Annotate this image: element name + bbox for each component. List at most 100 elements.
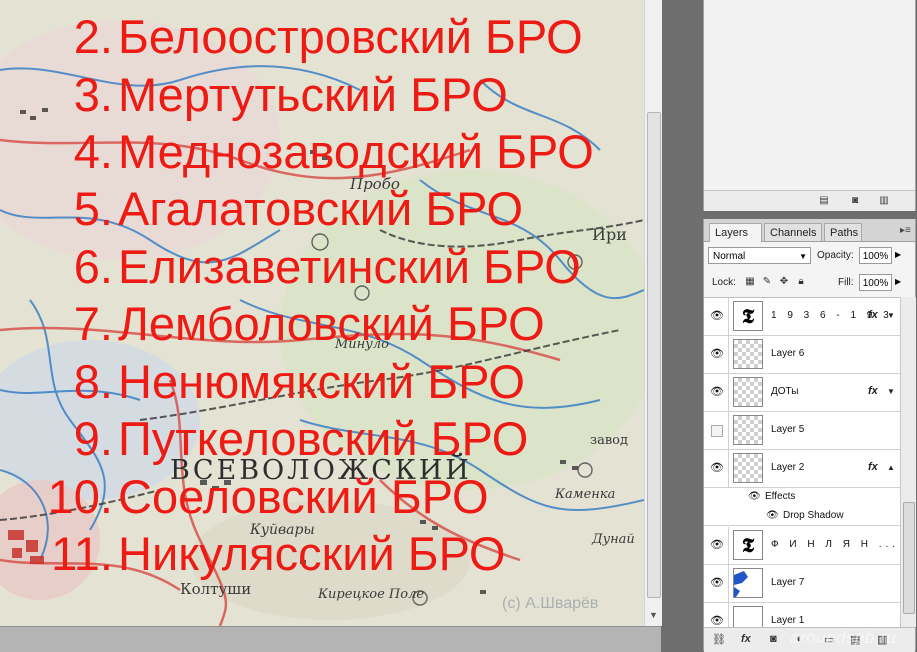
layer-row[interactable]: 👁︎ ДОТы fx ▼ xyxy=(704,374,900,412)
effects-label: Effects xyxy=(765,491,796,502)
layer-row[interactable]: 👁︎ Layer 5 xyxy=(704,412,900,450)
layer-row[interactable]: 👁︎ Layer 6 xyxy=(704,336,900,374)
visibility-toggle[interactable]: 👁︎ xyxy=(704,336,729,373)
visibility-toggle[interactable]: 👁︎ xyxy=(704,603,729,628)
lock-image-pixels-icon[interactable]: ✎ xyxy=(761,276,773,288)
bro-number: 4. xyxy=(73,125,113,178)
bro-name: Путкеловский БРО xyxy=(118,412,529,465)
chevron-down-icon: ▼ xyxy=(799,252,807,261)
tab-channels[interactable]: Channels xyxy=(764,223,822,241)
layer-name: Layer 5 xyxy=(771,424,805,435)
layer-thumbnail: 𝕿 xyxy=(733,530,763,560)
visibility-toggle[interactable]: 👁︎ xyxy=(704,298,729,335)
tab-paths[interactable]: Paths xyxy=(824,223,862,241)
fx-icon[interactable]: fx xyxy=(868,385,878,397)
bro-number: 3. xyxy=(73,68,113,121)
bro-list-item: 10. Соеловский БРО xyxy=(0,469,640,525)
bro-name: Мертутьский БРО xyxy=(118,68,508,121)
opacity-slider-arrow-icon[interactable]: ▶ xyxy=(895,250,901,259)
lock-position-icon[interactable]: ✥ xyxy=(778,276,790,288)
layer-thumbnail xyxy=(733,377,763,407)
watermark: aroundspb.ru xyxy=(790,628,897,647)
bro-name: Лемболовский БРО xyxy=(118,297,545,350)
bro-number: 2. xyxy=(73,10,113,63)
layer-list-scrollbar[interactable] xyxy=(900,297,916,627)
panel-tabs: Layers ✕ Channels Paths ▸≡ xyxy=(704,219,915,256)
eye-icon[interactable]: 👁︎ xyxy=(766,510,779,521)
link-icon[interactable]: ⛓︎ xyxy=(712,633,726,646)
opacity-label: Opacity: xyxy=(817,250,854,261)
fx-icon[interactable]: fx xyxy=(741,633,751,645)
canvas-vertical-scrollbar[interactable]: ▼ xyxy=(644,0,662,626)
bro-list-item: 2. Белоостровский БРО xyxy=(0,9,640,65)
layer-name: Layer 6 xyxy=(771,348,805,359)
fill-input[interactable]: 100% xyxy=(859,274,892,291)
effects-row[interactable]: 👁︎ Effects xyxy=(704,488,900,506)
visibility-toggle[interactable]: 👁︎ xyxy=(704,374,729,411)
bro-number: 7. xyxy=(73,297,113,350)
bro-name: Меднозаводский БРО xyxy=(118,125,594,178)
layer-name: 1 9 3 6 - 1 9 3 9 xyxy=(771,310,900,321)
bro-name: Соеловский БРО xyxy=(118,470,489,523)
history-panel: ▤ ◙ ▥ xyxy=(703,0,916,211)
visibility-toggle[interactable]: 👁︎ xyxy=(704,527,729,564)
bro-name: Белоостровский БРО xyxy=(118,10,583,63)
bro-list-item: 4. Меднозаводский БРО xyxy=(0,124,640,180)
collapse-effects-icon[interactable]: ▲ xyxy=(887,463,895,472)
scroll-down-arrow-icon[interactable]: ▼ xyxy=(647,608,660,622)
bro-number: 6. xyxy=(73,240,113,293)
lock-icon[interactable]: 🔒︎ xyxy=(795,276,807,288)
document-canvas[interactable]: ВСЕВОЛОЖСКИЙ Пробо Ири Куйвары Каменка Д… xyxy=(0,0,644,626)
lock-transparency-icon[interactable]: ▦ xyxy=(744,276,756,288)
bro-number: 9. xyxy=(73,412,113,465)
scrollbar-thumb[interactable] xyxy=(903,502,915,614)
eye-icon[interactable]: 👁︎ xyxy=(748,491,761,502)
visibility-toggle[interactable]: 👁︎ xyxy=(704,450,729,487)
blend-mode-select[interactable]: Normal ▼ xyxy=(708,247,811,264)
mask-icon[interactable]: ◙ xyxy=(770,633,777,645)
bro-list-item: 7. Лемболовский БРО xyxy=(0,296,640,352)
layer-row[interactable]: 👁︎ Layer 1 xyxy=(704,603,900,628)
lock-label: Lock: xyxy=(712,277,736,288)
drop-shadow-label: Drop Shadow xyxy=(783,510,844,521)
new-document-icon[interactable]: ▤ xyxy=(818,195,830,206)
layer-row[interactable]: 👁︎ Layer 7 xyxy=(704,565,900,603)
eye-icon: 👁︎ xyxy=(710,310,724,322)
visibility-toggle[interactable]: 👁︎ xyxy=(704,412,729,449)
fx-icon[interactable]: fx xyxy=(868,461,878,473)
tab-label: Layers xyxy=(715,227,749,239)
drop-shadow-row[interactable]: 👁︎ Drop Shadow xyxy=(704,507,900,526)
bro-list-item: 5. Агалатовский БРО xyxy=(0,181,640,237)
bro-number: 8. xyxy=(73,355,113,408)
layer-row[interactable]: 👁︎ 𝕿 1 9 3 6 - 1 9 3 9 fx ▼ xyxy=(704,298,900,336)
opacity-input[interactable]: 100% xyxy=(859,247,892,264)
layer-thumbnail xyxy=(733,415,763,445)
tab-layers[interactable]: Layers ✕ xyxy=(709,223,762,256)
layer-thumbnail xyxy=(733,568,763,598)
bro-list-item: 11. Никулясский БРО xyxy=(0,526,640,582)
scrollbar-thumb[interactable] xyxy=(647,112,661,598)
fx-icon[interactable]: fx xyxy=(868,309,878,321)
expand-effects-icon[interactable]: ▼ xyxy=(887,387,895,396)
eye-icon: 👁︎ xyxy=(710,348,724,360)
panel-menu-icon[interactable]: ▸≡ xyxy=(900,225,911,236)
copyright-label: (c) А.Шварёв xyxy=(502,595,599,612)
layer-row[interactable]: 👁︎ Layer 2 fx ▲ xyxy=(704,450,900,488)
eye-icon: 👁︎ xyxy=(710,615,724,627)
bro-name: Никулясский БРО xyxy=(118,527,506,580)
blend-mode-value: Normal xyxy=(713,251,746,262)
visibility-toggle[interactable]: 👁︎ xyxy=(704,565,729,602)
bro-list-item: 9. Путкеловский БРО xyxy=(0,411,640,467)
bro-list-item: 8. Ненюмякский БРО xyxy=(0,354,640,410)
layer-name: Ф И Н Л Я Н ... xyxy=(771,539,900,550)
trash-icon[interactable]: ▥ xyxy=(878,195,890,206)
layer-name: ДОТы xyxy=(771,386,799,397)
layer-name: Layer 2 xyxy=(771,462,805,473)
layer-row[interactable]: 👁︎ 𝕿 Ф И Н Л Я Н ... xyxy=(704,527,900,565)
canvas-horizontal-scrollbar[interactable] xyxy=(0,626,661,652)
fill-slider-arrow-icon[interactable]: ▶ xyxy=(895,277,901,286)
bro-list-item: 3. Мертутьский БРО xyxy=(0,67,640,123)
expand-effects-icon[interactable]: ▼ xyxy=(887,311,895,320)
blue-map-thumbnail xyxy=(734,571,748,597)
snapshot-camera-icon[interactable]: ◙ xyxy=(849,195,861,206)
